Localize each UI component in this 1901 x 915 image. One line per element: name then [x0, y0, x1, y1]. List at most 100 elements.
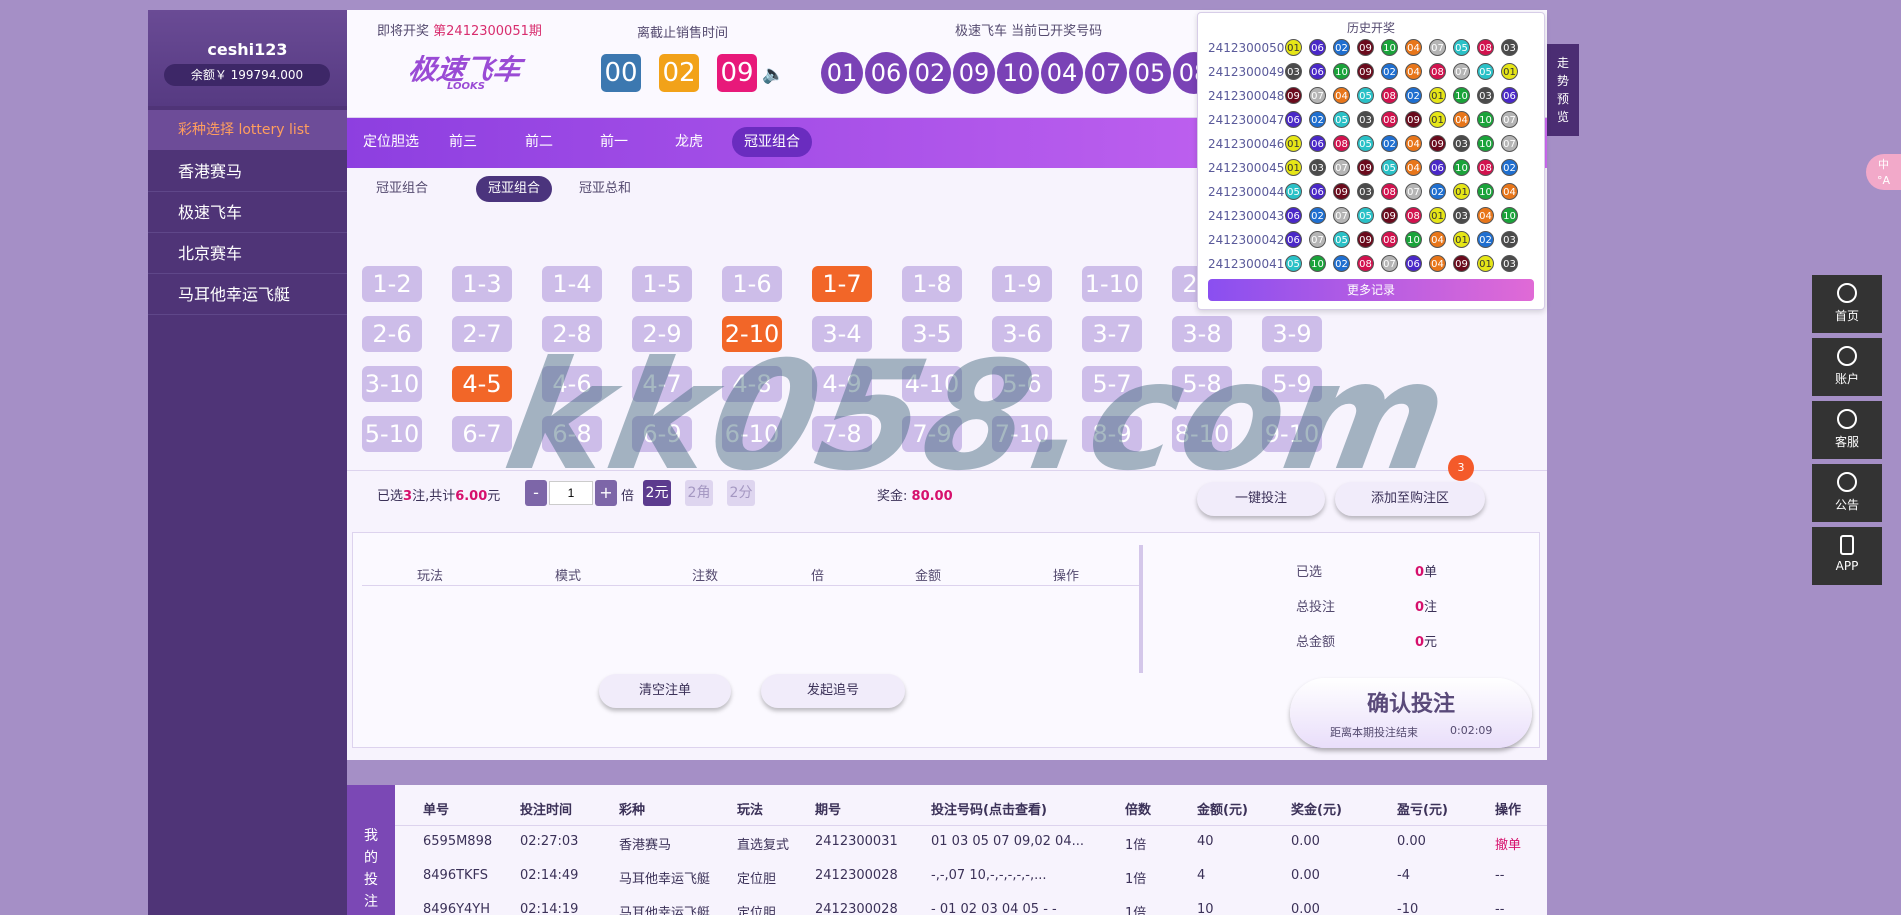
- combo-button[interactable]: 2-6: [362, 316, 422, 352]
- cart-count-badge: 3: [1448, 455, 1474, 481]
- combo-button[interactable]: 2-9: [632, 316, 692, 352]
- subtab-champion-combo[interactable]: 冠亚组合: [476, 176, 553, 202]
- subtab-champion-sum[interactable]: 冠亚总和: [567, 176, 643, 202]
- add-to-cart-button[interactable]: 添加至购注区: [1335, 482, 1485, 516]
- history-title: 历史开奖: [1346, 21, 1395, 35]
- language-float-button[interactable]: 中 °A: [1866, 154, 1901, 190]
- combo-button[interactable]: 5-6: [992, 366, 1052, 402]
- combo-button[interactable]: 4-6: [542, 366, 602, 402]
- user-icon: [1837, 346, 1857, 366]
- history-ball: 02: [1381, 63, 1398, 80]
- combo-button[interactable]: 6-7: [452, 416, 512, 452]
- my-bets-cell-order-no: 8496Y4YH: [423, 902, 491, 915]
- lottery-item-malta[interactable]: 马耳他幸运飞艇: [148, 275, 347, 315]
- my-bets-header-order-no: 单号: [423, 803, 450, 818]
- combo-button[interactable]: 6-8: [542, 416, 602, 452]
- combo-button[interactable]: 3-6: [992, 316, 1052, 352]
- combo-button[interactable]: 7-8: [812, 416, 872, 452]
- tab-first-one[interactable]: 前一: [588, 127, 640, 157]
- my-bets-cell-amount: 4: [1197, 868, 1206, 883]
- start-chase-button[interactable]: 发起追号: [761, 674, 905, 708]
- unit-fen-button[interactable]: 2分: [727, 480, 755, 506]
- combo-button[interactable]: 3-5: [902, 316, 962, 352]
- combo-button[interactable]: 4-10: [902, 366, 962, 402]
- my-bets-header-play: 玩法: [737, 803, 764, 818]
- my-bets-cell-action[interactable]: 撤单: [1495, 834, 1521, 853]
- clear-bets-button[interactable]: 清空注单: [599, 674, 731, 708]
- combo-button[interactable]: 5-10: [362, 416, 422, 452]
- combo-button[interactable]: 4-9: [812, 366, 872, 402]
- history-ball: 05: [1285, 255, 1302, 272]
- speaker-icon[interactable]: 🔈: [762, 64, 784, 85]
- combo-button[interactable]: 5-7: [1082, 366, 1142, 402]
- combo-button[interactable]: 6-10: [722, 416, 782, 452]
- multiplier-minus-button[interactable]: -: [525, 480, 547, 506]
- my-bets-header-lottery: 彩种: [619, 803, 646, 818]
- combo-button[interactable]: 1-5: [632, 266, 692, 302]
- lottery-item-speed-car[interactable]: 极速飞车: [148, 193, 347, 233]
- toolbar-notice[interactable]: 公告: [1812, 464, 1882, 522]
- multiplier-plus-button[interactable]: +: [595, 480, 617, 506]
- tab-champion-combo[interactable]: 冠亚组合: [732, 127, 812, 157]
- tab-position[interactable]: 定位胆选: [351, 127, 431, 157]
- combo-button[interactable]: 1-4: [542, 266, 602, 302]
- tab-dragon-tiger[interactable]: 龙虎: [663, 127, 715, 157]
- combo-button[interactable]: 8-10: [1172, 416, 1232, 452]
- combo-button[interactable]: 5-8: [1172, 366, 1232, 402]
- unit-yuan-button[interactable]: 2元: [643, 480, 671, 506]
- combo-button[interactable]: 1-2: [362, 266, 422, 302]
- toolbar-app[interactable]: APP: [1812, 527, 1882, 585]
- combo-button[interactable]: 1-7: [812, 266, 872, 302]
- history-ball: 10: [1477, 183, 1494, 200]
- combo-button[interactable]: 2-7: [452, 316, 512, 352]
- combo-button[interactable]: 3-10: [362, 366, 422, 402]
- multiplier-input[interactable]: [549, 481, 593, 505]
- combo-button[interactable]: 9-10: [1262, 416, 1322, 452]
- one-click-bet-button[interactable]: 一键投注: [1197, 482, 1325, 516]
- combo-button[interactable]: 4-8: [722, 366, 782, 402]
- combo-button[interactable]: 1-3: [452, 266, 512, 302]
- my-bets-cell-bet-numbers[interactable]: - 01 02 03 04 05 - -: [931, 902, 1057, 915]
- divider: [347, 470, 1547, 471]
- history-ball: 10: [1453, 87, 1470, 104]
- toolbar-home[interactable]: 首页: [1812, 275, 1882, 333]
- unit-jiao-button[interactable]: 2角: [685, 480, 713, 506]
- toolbar-service[interactable]: 客服: [1812, 401, 1882, 459]
- combo-button[interactable]: 2-8: [542, 316, 602, 352]
- subtab-label: 冠亚组合: [376, 181, 429, 196]
- lottery-item-hk-horse[interactable]: 香港赛马: [148, 152, 347, 192]
- tab-first-two[interactable]: 前二: [513, 127, 565, 157]
- combo-button[interactable]: 4-5: [452, 366, 512, 402]
- history-row: 2412300050 01 06 02 09 10 04 07 05 08 03: [1208, 37, 1538, 61]
- combo-button[interactable]: 1-9: [992, 266, 1052, 302]
- combo-button[interactable]: 7-9: [902, 416, 962, 452]
- more-records-button[interactable]: 更多记录: [1208, 279, 1534, 301]
- history-ball: 04: [1405, 135, 1422, 152]
- combo-button[interactable]: 6-9: [632, 416, 692, 452]
- sum-selected-label: 已选: [1296, 565, 1323, 580]
- combo-button[interactable]: 8-9: [1082, 416, 1142, 452]
- sidebar: ceshi123 余额￥ 199794.000 彩种选择 lottery lis…: [148, 10, 347, 915]
- combo-button[interactable]: 5-9: [1262, 366, 1322, 402]
- combo-button[interactable]: 3-7: [1082, 316, 1142, 352]
- combo-button[interactable]: 2-10: [722, 316, 782, 352]
- combo-button[interactable]: 3-4: [812, 316, 872, 352]
- combo-button[interactable]: 3-9: [1262, 316, 1322, 352]
- combo-button[interactable]: 1-10: [1082, 266, 1142, 302]
- combo-button[interactable]: 1-8: [902, 266, 962, 302]
- trend-preview-button[interactable]: 走势预览: [1547, 44, 1579, 136]
- lottery-item-beijing[interactable]: 北京赛车: [148, 234, 347, 274]
- history-ball: 04: [1429, 231, 1446, 248]
- my-bets-cell-bet-numbers[interactable]: 01 03 05 07 09,02 04...: [931, 834, 1084, 849]
- combo-button[interactable]: 7-10: [992, 416, 1052, 452]
- history-ball: 02: [1405, 87, 1422, 104]
- my-bets-cell-bet-numbers[interactable]: -,-,07 10,-,-,-,-,-,...: [931, 868, 1047, 883]
- history-ball: 03: [1453, 135, 1470, 152]
- tab-first-three[interactable]: 前三: [437, 127, 489, 157]
- combo-button[interactable]: 1-6: [722, 266, 782, 302]
- toolbar-account[interactable]: 账户: [1812, 338, 1882, 396]
- combo-button[interactable]: 4-7: [632, 366, 692, 402]
- history-ball: 08: [1477, 159, 1494, 176]
- combo-button[interactable]: 3-8: [1172, 316, 1232, 352]
- confirm-bet-button[interactable]: 确认投注 距离本期投注结束 0:02:09: [1290, 678, 1532, 748]
